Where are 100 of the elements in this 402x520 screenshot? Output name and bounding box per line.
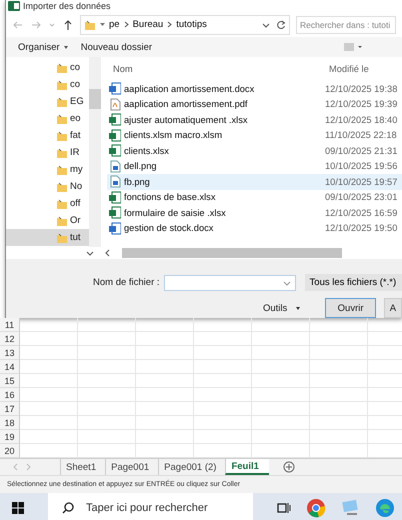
sheet-cell[interactable] [20, 402, 78, 416]
sheet-cell[interactable] [78, 360, 136, 374]
sheet-cell[interactable] [78, 332, 136, 346]
sheet-cell[interactable] [194, 360, 252, 374]
sheet-cell[interactable] [136, 388, 194, 402]
folder-item[interactable]: EG [6, 93, 89, 110]
file-type-dropdown[interactable]: Tous les fichiers (*.*) [304, 274, 402, 291]
folder-item[interactable]: eo [6, 110, 89, 127]
sheet-cell[interactable] [194, 332, 252, 346]
file-row[interactable]: aaplication amortissement.pdf 12/10/2025 19:39 [107, 96, 402, 112]
row-header[interactable]: 20 [0, 444, 20, 458]
sheet-cell[interactable] [310, 332, 368, 346]
browser-icon[interactable] [375, 498, 395, 518]
sheet-cell[interactable] [136, 402, 194, 416]
cancel-button[interactable]: A [384, 298, 402, 318]
sheet-cell[interactable] [194, 346, 252, 360]
sheet-cell[interactable] [310, 416, 368, 430]
view-options-icon[interactable] [344, 42, 362, 52]
row-header[interactable]: 13 [0, 346, 20, 360]
file-row[interactable]: fb.png 10/10/2025 19:57 [107, 174, 402, 190]
sheet-cell[interactable] [136, 332, 194, 346]
sheet-cell[interactable] [136, 360, 194, 374]
folder-item[interactable]: No [6, 178, 89, 195]
sheet-cell[interactable] [252, 318, 310, 332]
scrollbar[interactable] [122, 248, 342, 258]
sheet-cell[interactable] [252, 346, 310, 360]
back-arrow-icon[interactable] [12, 18, 24, 30]
sheet-cell[interactable] [194, 388, 252, 402]
sheet-cell[interactable] [194, 318, 252, 332]
sheet-cell[interactable] [20, 318, 78, 332]
sheet-cell[interactable] [20, 416, 78, 430]
sheet-cell[interactable] [20, 332, 78, 346]
column-header[interactable]: Nom [107, 64, 329, 74]
browser-icon[interactable] [305, 497, 327, 519]
folder-item[interactable]: Or [6, 212, 89, 229]
task-view-icon[interactable] [277, 502, 291, 514]
sheet-cell[interactable] [78, 416, 136, 430]
sheet-cell[interactable] [20, 388, 78, 402]
file-row[interactable]: clients.xlsm macro.xlsm 11/10/2025 22:18 [107, 128, 402, 143]
sheet-cell[interactable] [20, 360, 78, 374]
file-row[interactable]: aaplication amortissement.docx 12/10/2025 19:38 [107, 81, 402, 96]
search-field[interactable]: Rechercher dans : tutoti [296, 16, 396, 34]
sheet-cell[interactable] [252, 402, 310, 416]
sheet-cell[interactable] [194, 416, 252, 430]
sheet-cell[interactable] [136, 346, 194, 360]
row-header[interactable]: 14 [0, 360, 20, 374]
sheet-cell[interactable] [78, 402, 136, 416]
file-row[interactable]: dell.png 10/10/2025 19:56 [107, 158, 402, 174]
sheet-cell[interactable] [194, 374, 252, 388]
sheet-cell[interactable] [78, 374, 136, 388]
refresh-icon[interactable] [276, 20, 286, 30]
sheet-cell[interactable] [20, 430, 78, 444]
path-segment[interactable]: tutotips [176, 19, 207, 30]
sheet-cell[interactable] [310, 318, 368, 332]
scroll-left-icon[interactable] [104, 249, 112, 257]
sheet-cell[interactable] [310, 388, 368, 402]
sheet-cell[interactable] [310, 374, 368, 388]
folder-item[interactable]: off [6, 195, 89, 212]
folder-item[interactable]: tut [6, 229, 89, 246]
folder-item[interactable]: my [6, 161, 89, 178]
sheet-cell[interactable] [78, 388, 136, 402]
folder-item[interactable]: fat [6, 127, 89, 144]
sheet-cell[interactable] [310, 402, 368, 416]
sheet-cell[interactable] [252, 388, 310, 402]
sheet-cell[interactable] [252, 416, 310, 430]
file-row[interactable]: formulaire de saisie .xlsx 12/10/2025 16:59 [107, 205, 402, 220]
sheet-cell[interactable] [136, 374, 194, 388]
file-row[interactable]: ajuster automatiquement .xlsx 12/10/2025 18:40 [107, 112, 402, 128]
new-folder-button[interactable]: Nouveau dossier [78, 40, 154, 54]
scroll-down-icon[interactable] [86, 249, 94, 257]
file-name-field[interactable] [164, 274, 296, 290]
start-icon[interactable] [12, 502, 24, 514]
sheet-cell[interactable] [136, 430, 194, 444]
sheet-cell[interactable] [78, 346, 136, 360]
sheet-cell[interactable] [78, 318, 136, 332]
sheet-cell[interactable] [252, 332, 310, 346]
path-segment[interactable]: Bureau [132, 19, 164, 30]
row-header[interactable]: 17 [0, 402, 20, 416]
forward-arrow-icon[interactable] [30, 18, 42, 30]
up-arrow-icon[interactable] [62, 18, 74, 30]
row-header[interactable]: 18 [0, 416, 20, 430]
sheet-cell[interactable] [136, 416, 194, 430]
scrollbar[interactable] [89, 57, 101, 247]
address-bar[interactable]: pe Bureau tutotips [80, 14, 290, 34]
dropdown-caret-icon[interactable] [262, 20, 270, 28]
row-header[interactable]: 15 [0, 374, 20, 388]
add-sheet-icon[interactable] [282, 461, 295, 473]
sheet-tab[interactable]: Feuil1 [225, 459, 269, 475]
sheet-cell[interactable] [136, 318, 194, 332]
file-row[interactable]: fonctions de base.xlsx 09/10/2025 23:01 [107, 190, 402, 205]
row-header[interactable]: 11 [0, 318, 20, 332]
sheet-cell[interactable] [310, 346, 368, 360]
tools-button[interactable]: Outils [257, 302, 308, 314]
row-header[interactable]: 12 [0, 332, 20, 346]
column-header[interactable]: Modifié le [329, 64, 369, 74]
sheet-cell[interactable] [310, 430, 368, 444]
sheet-cell[interactable] [20, 346, 78, 360]
sheet-cell[interactable] [252, 374, 310, 388]
search-field[interactable]: Taper ici pour rechercher [48, 493, 253, 520]
open-button[interactable]: Ouvrir [325, 298, 376, 318]
